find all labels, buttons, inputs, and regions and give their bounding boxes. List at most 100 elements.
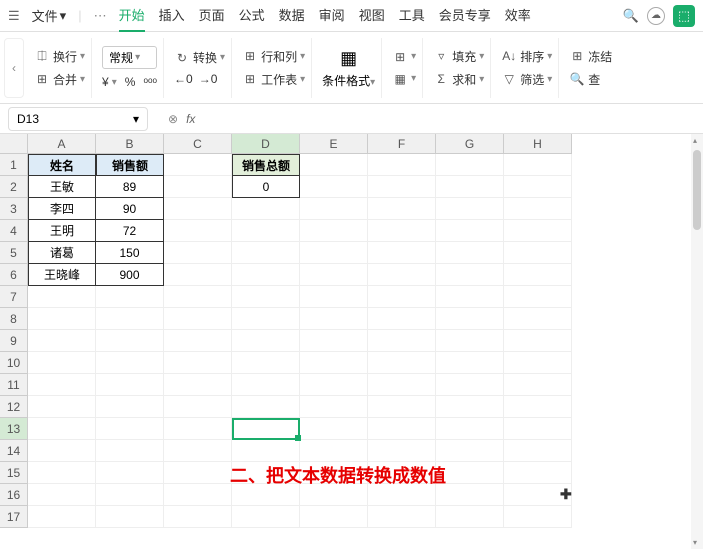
cell[interactable] <box>504 242 572 264</box>
fill-color-button[interactable]: ▦▾ <box>392 71 416 87</box>
select-all-corner[interactable] <box>0 134 28 154</box>
cell[interactable]: 姓名 <box>28 154 96 176</box>
row-header-15[interactable]: 15 <box>0 462 28 484</box>
cell[interactable]: 90 <box>96 198 164 220</box>
cell[interactable] <box>300 330 368 352</box>
cell[interactable] <box>436 374 504 396</box>
cell[interactable] <box>368 220 436 242</box>
cell[interactable] <box>300 308 368 330</box>
cell[interactable] <box>300 352 368 374</box>
row-header-3[interactable]: 3 <box>0 198 28 220</box>
number-format-dropdown[interactable]: 常规▾ <box>102 46 157 69</box>
cell[interactable] <box>368 374 436 396</box>
col-header-A[interactable]: A <box>28 134 96 154</box>
cell[interactable]: 王敏 <box>28 176 96 198</box>
freeze-button[interactable]: ⊞冻结 <box>569 48 612 65</box>
cell[interactable] <box>436 352 504 374</box>
row-header-5[interactable]: 5 <box>0 242 28 264</box>
cell[interactable] <box>164 220 232 242</box>
tab-page[interactable]: 页面 <box>199 0 225 32</box>
cell[interactable] <box>436 154 504 176</box>
tab-view[interactable]: 视图 <box>359 0 385 32</box>
cell[interactable] <box>504 374 572 396</box>
cell[interactable] <box>300 176 368 198</box>
sum-button[interactable]: Σ求和▾ <box>433 71 484 88</box>
cell[interactable] <box>368 352 436 374</box>
formula-input[interactable] <box>203 112 695 126</box>
cell[interactable]: 销售总额 <box>232 154 300 176</box>
currency-button[interactable]: ¥▾ <box>102 75 117 89</box>
cell[interactable]: 诸葛 <box>28 242 96 264</box>
cell[interactable] <box>436 462 504 484</box>
cell[interactable] <box>436 176 504 198</box>
cell[interactable] <box>232 308 300 330</box>
cell[interactable] <box>504 440 572 462</box>
cell[interactable] <box>164 418 232 440</box>
scroll-down-icon[interactable]: ▾ <box>693 538 697 547</box>
scroll-up-icon[interactable]: ▴ <box>693 136 697 145</box>
col-header-G[interactable]: G <box>436 134 504 154</box>
rowcol-button[interactable]: ⊞行和列▾ <box>242 48 305 65</box>
cell[interactable] <box>96 374 164 396</box>
cloud-icon[interactable]: ☁ <box>647 7 665 25</box>
cell[interactable] <box>96 396 164 418</box>
cell[interactable] <box>164 352 232 374</box>
cell[interactable] <box>504 308 572 330</box>
cell[interactable] <box>28 418 96 440</box>
cell[interactable] <box>232 198 300 220</box>
cell[interactable] <box>232 242 300 264</box>
row-header-11[interactable]: 11 <box>0 374 28 396</box>
hamburger-icon[interactable]: ☰ <box>8 8 20 24</box>
row-header-8[interactable]: 8 <box>0 308 28 330</box>
cell[interactable] <box>368 308 436 330</box>
cell[interactable] <box>232 396 300 418</box>
col-header-H[interactable]: H <box>504 134 572 154</box>
cell[interactable] <box>368 418 436 440</box>
cell[interactable]: 89 <box>96 176 164 198</box>
cell[interactable] <box>96 462 164 484</box>
cell[interactable] <box>504 220 572 242</box>
cell[interactable] <box>164 286 232 308</box>
tab-data[interactable]: 数据 <box>279 0 305 32</box>
cell[interactable] <box>232 330 300 352</box>
cell[interactable] <box>232 440 300 462</box>
cell[interactable] <box>164 462 232 484</box>
cell[interactable] <box>96 506 164 528</box>
cell[interactable] <box>300 506 368 528</box>
cell[interactable] <box>436 286 504 308</box>
convert-button[interactable]: ↻转换▾ <box>174 49 225 66</box>
cell[interactable] <box>300 220 368 242</box>
cell[interactable] <box>28 484 96 506</box>
name-box[interactable]: D13 ▾ <box>8 107 148 131</box>
cell[interactable] <box>368 154 436 176</box>
cell[interactable] <box>300 286 368 308</box>
cell[interactable] <box>232 220 300 242</box>
worksheet-button[interactable]: ⊞工作表▾ <box>242 71 305 88</box>
cell[interactable]: 王明 <box>28 220 96 242</box>
cell[interactable] <box>504 352 572 374</box>
more-icon[interactable]: ⋯ <box>94 8 107 24</box>
cell[interactable] <box>300 154 368 176</box>
cell[interactable] <box>164 396 232 418</box>
fill-button[interactable]: ▿填充▾ <box>433 48 484 65</box>
cell[interactable] <box>300 440 368 462</box>
tab-start[interactable]: 开始 <box>119 0 145 32</box>
merge-button[interactable]: ⊞合并▾ <box>34 71 85 88</box>
tab-formula[interactable]: 公式 <box>239 0 265 32</box>
cell[interactable] <box>164 154 232 176</box>
cell[interactable]: 王晓峰 <box>28 264 96 286</box>
row-header-6[interactable]: 6 <box>0 264 28 286</box>
row-header-10[interactable]: 10 <box>0 352 28 374</box>
cell[interactable] <box>28 462 96 484</box>
cell[interactable] <box>96 418 164 440</box>
cell[interactable] <box>300 396 368 418</box>
row-header-7[interactable]: 7 <box>0 286 28 308</box>
col-header-D[interactable]: D <box>232 134 300 154</box>
cell[interactable] <box>96 484 164 506</box>
col-header-E[interactable]: E <box>300 134 368 154</box>
cell[interactable] <box>164 506 232 528</box>
cell[interactable] <box>436 418 504 440</box>
tab-tools[interactable]: 工具 <box>399 0 425 32</box>
cell[interactable] <box>368 198 436 220</box>
cell[interactable]: 900 <box>96 264 164 286</box>
